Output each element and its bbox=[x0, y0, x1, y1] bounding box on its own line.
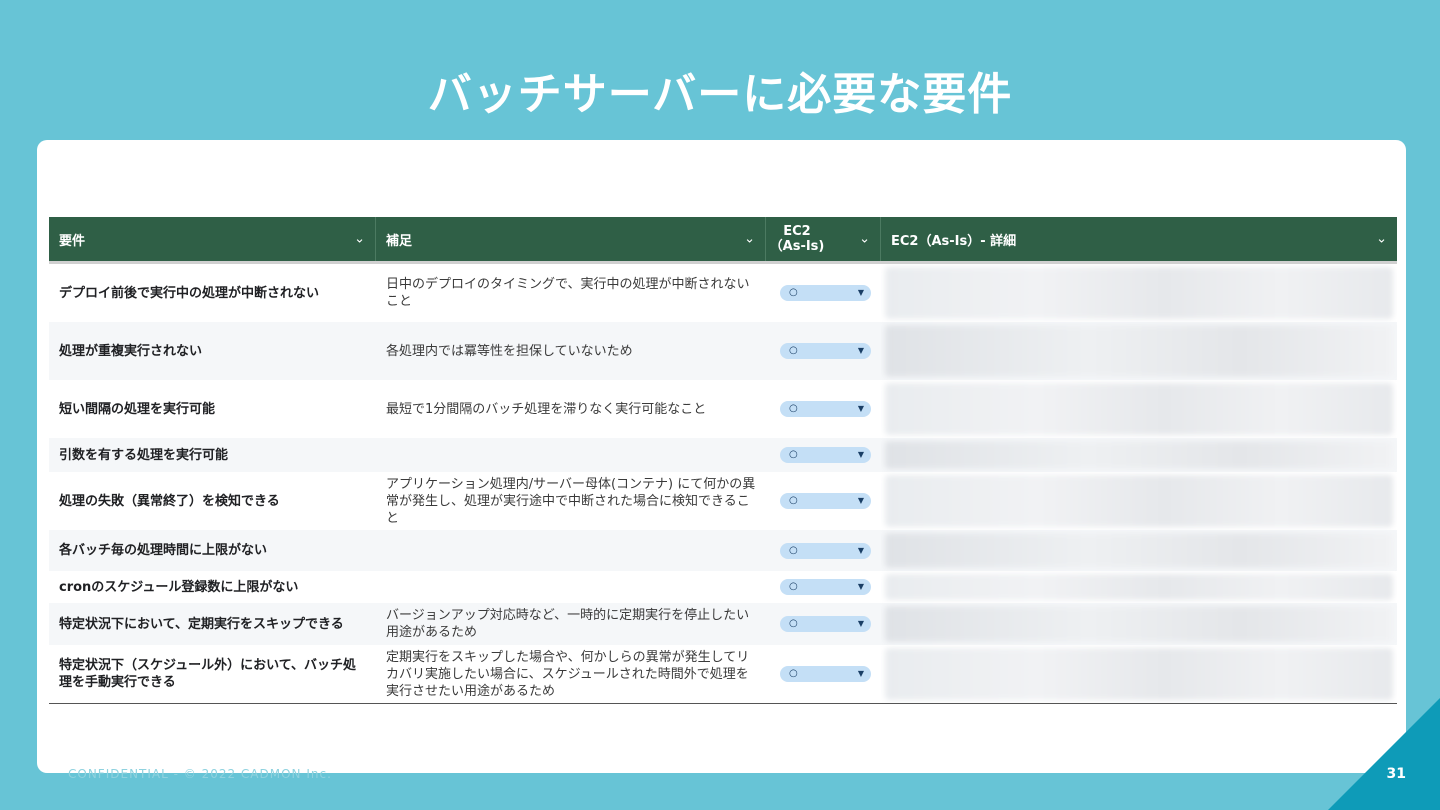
ec2-cell: ○ ▼ bbox=[766, 645, 881, 703]
requirement-cell: 各バッチ毎の処理時間に上限がない bbox=[59, 543, 268, 558]
note-cell bbox=[376, 530, 766, 571]
ec2-cell: ○ ▼ bbox=[766, 264, 881, 322]
detail-cell-redacted bbox=[881, 380, 1397, 438]
note-cell: バージョンアップ対応時など、一時的に定期実行を停止したい用途があるため bbox=[386, 608, 750, 640]
detail-cell-redacted bbox=[881, 645, 1397, 703]
caret-down-icon: ▼ bbox=[857, 545, 864, 555]
status-dropdown[interactable]: ○ ▼ bbox=[780, 401, 871, 417]
requirement-cell: 引数を有する処理を実行可能 bbox=[59, 447, 229, 463]
detail-cell-redacted bbox=[881, 322, 1397, 380]
status-value: ○ bbox=[789, 287, 798, 298]
note-cell: 各処理内では冪等性を担保していないため bbox=[386, 343, 633, 359]
header-ec2[interactable]: EC2 （As-Is) ⌄ bbox=[766, 217, 881, 261]
caret-down-icon: ▼ bbox=[857, 288, 864, 297]
status-value: ○ bbox=[789, 403, 798, 414]
status-value: ○ bbox=[789, 618, 798, 629]
status-dropdown[interactable]: ○ ▼ bbox=[780, 285, 871, 301]
detail-cell-redacted bbox=[881, 603, 1397, 645]
note-cell bbox=[376, 571, 766, 603]
status-dropdown[interactable]: ○ ▼ bbox=[780, 447, 871, 463]
table-row: 特定状況下（スケジュール外）において、バッチ処理を手動実行できる 定期実行をスキ… bbox=[49, 645, 1397, 703]
caret-down-icon: ▼ bbox=[857, 619, 864, 628]
corner-accent bbox=[1328, 698, 1440, 810]
caret-down-icon: ▼ bbox=[857, 450, 864, 459]
chevron-down-icon[interactable]: ⌄ bbox=[354, 232, 365, 247]
caret-down-icon: ▼ bbox=[857, 496, 864, 505]
table-row: 引数を有する処理を実行可能 ○ ▼ bbox=[49, 438, 1397, 472]
header-note-label: 補足 bbox=[386, 233, 413, 249]
status-dropdown[interactable]: ○ ▼ bbox=[780, 542, 871, 559]
table-row: 処理の失敗（異常終了）を検知できる アプリケーション処理内/サーバー母体(コンテ… bbox=[49, 472, 1397, 530]
status-dropdown[interactable]: ○ ▼ bbox=[780, 493, 871, 509]
caret-down-icon: ▼ bbox=[857, 582, 864, 591]
header-requirement-label: 要件 bbox=[59, 233, 86, 249]
detail-cell-redacted bbox=[881, 472, 1397, 530]
status-dropdown[interactable]: ○ ▼ bbox=[780, 343, 871, 359]
status-dropdown[interactable]: ○ ▼ bbox=[780, 579, 871, 595]
ec2-cell: ○ ▼ bbox=[766, 571, 881, 603]
status-dropdown[interactable]: ○ ▼ bbox=[780, 666, 871, 682]
table-row: 各バッチ毎の処理時間に上限がない ○ ▼ bbox=[49, 530, 1397, 571]
ec2-cell: ○ ▼ bbox=[766, 322, 881, 380]
table-row: 短い間隔の処理を実行可能 最短で1分間隔のバッチ処理を滞りなく実行可能なこと ○… bbox=[49, 380, 1397, 438]
status-value: ○ bbox=[789, 495, 798, 506]
caret-down-icon: ▼ bbox=[857, 404, 864, 413]
header-ec2-line1: EC2 bbox=[783, 224, 811, 239]
header-note[interactable]: 補足 ⌄ bbox=[376, 217, 766, 261]
detail-cell-redacted bbox=[881, 530, 1397, 571]
detail-cell-redacted bbox=[881, 438, 1397, 472]
caret-down-icon: ▼ bbox=[857, 346, 864, 355]
ec2-cell: ○ ▼ bbox=[766, 530, 881, 571]
note-cell: 最短で1分間隔のバッチ処理を滞りなく実行可能なこと bbox=[386, 401, 707, 417]
note-cell: 日中のデプロイのタイミングで、実行中の処理が中断されないこと bbox=[386, 277, 750, 309]
status-dropdown[interactable]: ○ ▼ bbox=[780, 616, 871, 632]
requirement-cell: cronのスケジュール登録数に上限がない bbox=[59, 579, 299, 595]
ec2-cell: ○ ▼ bbox=[766, 472, 881, 530]
ec2-cell: ○ ▼ bbox=[766, 380, 881, 438]
table-row: 処理が重複実行されない 各処理内では冪等性を担保していないため ○ ▼ bbox=[49, 322, 1397, 380]
requirement-cell: 処理が重複実行されない bbox=[59, 343, 203, 359]
header-detail[interactable]: EC2（As-Is）- 詳細 ⌄ bbox=[881, 217, 1397, 261]
header-ec2-label: EC2 （As-Is) bbox=[768, 224, 826, 254]
content-card: 要件 ⌄ 補足 ⌄ EC2 （As-Is) ⌄ EC2（As-Is）- 詳細 ⌄… bbox=[37, 140, 1406, 773]
note-cell: アプリケーション処理内/サーバー母体(コンテナ) にて何かの異常が発生し、処理が… bbox=[386, 476, 756, 526]
status-value: ○ bbox=[789, 544, 798, 556]
table-row: デプロイ前後で実行中の処理が中断されない 日中のデプロイのタイミングで、実行中の… bbox=[49, 264, 1397, 322]
requirement-cell: デプロイ前後で実行中の処理が中断されない bbox=[59, 285, 320, 301]
table-row: 特定状況下において、定期実行をスキップできる バージョンアップ対応時など、一時的… bbox=[49, 603, 1397, 645]
requirement-cell: 特定状況下において、定期実行をスキップできる bbox=[59, 616, 344, 632]
detail-cell-redacted bbox=[881, 264, 1397, 322]
confidential-footer: CONFIDENTIAL - © 2022 CADMON Inc. bbox=[68, 767, 332, 781]
status-value: ○ bbox=[789, 345, 798, 356]
chevron-down-icon[interactable]: ⌄ bbox=[1376, 232, 1387, 247]
note-cell: 定期実行をスキップした場合や、何かしらの異常が発生してリカバリ実施したい場合に、… bbox=[386, 649, 750, 699]
header-requirement[interactable]: 要件 ⌄ bbox=[49, 217, 376, 261]
caret-down-icon: ▼ bbox=[857, 669, 864, 678]
note-cell bbox=[376, 438, 766, 472]
slide-title: バッチサーバーに必要な要件 bbox=[427, 69, 1013, 120]
chevron-down-icon[interactable]: ⌄ bbox=[859, 232, 870, 247]
header-detail-label: EC2（As-Is）- 詳細 bbox=[891, 233, 1017, 249]
chevron-down-icon[interactable]: ⌄ bbox=[744, 232, 755, 247]
status-value: ○ bbox=[789, 668, 798, 679]
requirement-cell: 特定状況下（スケジュール外）において、バッチ処理を手動実行できる bbox=[59, 658, 357, 690]
requirement-cell: 短い間隔の処理を実行可能 bbox=[59, 401, 216, 417]
table-bottom-border bbox=[49, 703, 1397, 704]
status-value: ○ bbox=[789, 449, 798, 460]
detail-cell-redacted bbox=[881, 571, 1397, 603]
requirement-cell: 処理の失敗（異常終了）を検知できる bbox=[59, 493, 280, 509]
page-number: 31 bbox=[1386, 766, 1406, 782]
status-value: ○ bbox=[789, 581, 798, 592]
ec2-cell: ○ ▼ bbox=[766, 438, 881, 472]
requirements-table: 要件 ⌄ 補足 ⌄ EC2 （As-Is) ⌄ EC2（As-Is）- 詳細 ⌄… bbox=[49, 217, 1397, 704]
header-ec2-line2: （As-Is) bbox=[769, 239, 825, 254]
ec2-cell: ○ ▼ bbox=[766, 603, 881, 645]
table-header: 要件 ⌄ 補足 ⌄ EC2 （As-Is) ⌄ EC2（As-Is）- 詳細 ⌄ bbox=[49, 217, 1397, 264]
table-row: cronのスケジュール登録数に上限がない ○ ▼ bbox=[49, 571, 1397, 603]
